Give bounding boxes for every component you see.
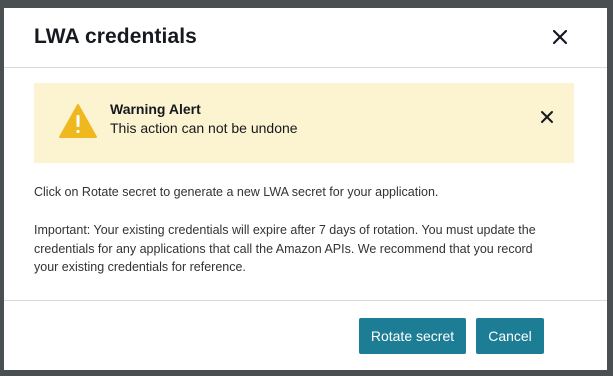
important-notice-line-1: Important: Your existing credentials wil…: [34, 223, 536, 237]
important-notice-line-2: credentials for any applications that ca…: [34, 241, 533, 256]
important-notice: Important: Your existing credentials wil…: [34, 221, 579, 277]
close-icon[interactable]: [550, 27, 570, 47]
lwa-credentials-dialog: LWA credentials Warning Alert This actio…: [4, 8, 607, 370]
modal-overlay: LWA credentials Warning Alert This actio…: [0, 0, 613, 376]
modal-title: LWA credentials: [34, 25, 197, 48]
important-notice-line-3: your existing credentials for reference.: [34, 260, 246, 274]
rotate-secret-button[interactable]: Rotate secret: [359, 318, 466, 354]
warning-triangle-icon: [58, 103, 98, 139]
rotate-instructions: Click on Rotate secret to generate a new…: [34, 185, 439, 199]
cancel-button[interactable]: Cancel: [476, 318, 544, 354]
footer-divider: [4, 300, 607, 301]
alert-title: Warning Alert: [110, 101, 201, 117]
alert-message: This action can not be undone: [110, 120, 298, 136]
warning-alert: Warning Alert This action can not be und…: [34, 83, 574, 163]
alert-close-icon[interactable]: [538, 108, 556, 126]
modal-header: LWA credentials: [4, 8, 607, 68]
